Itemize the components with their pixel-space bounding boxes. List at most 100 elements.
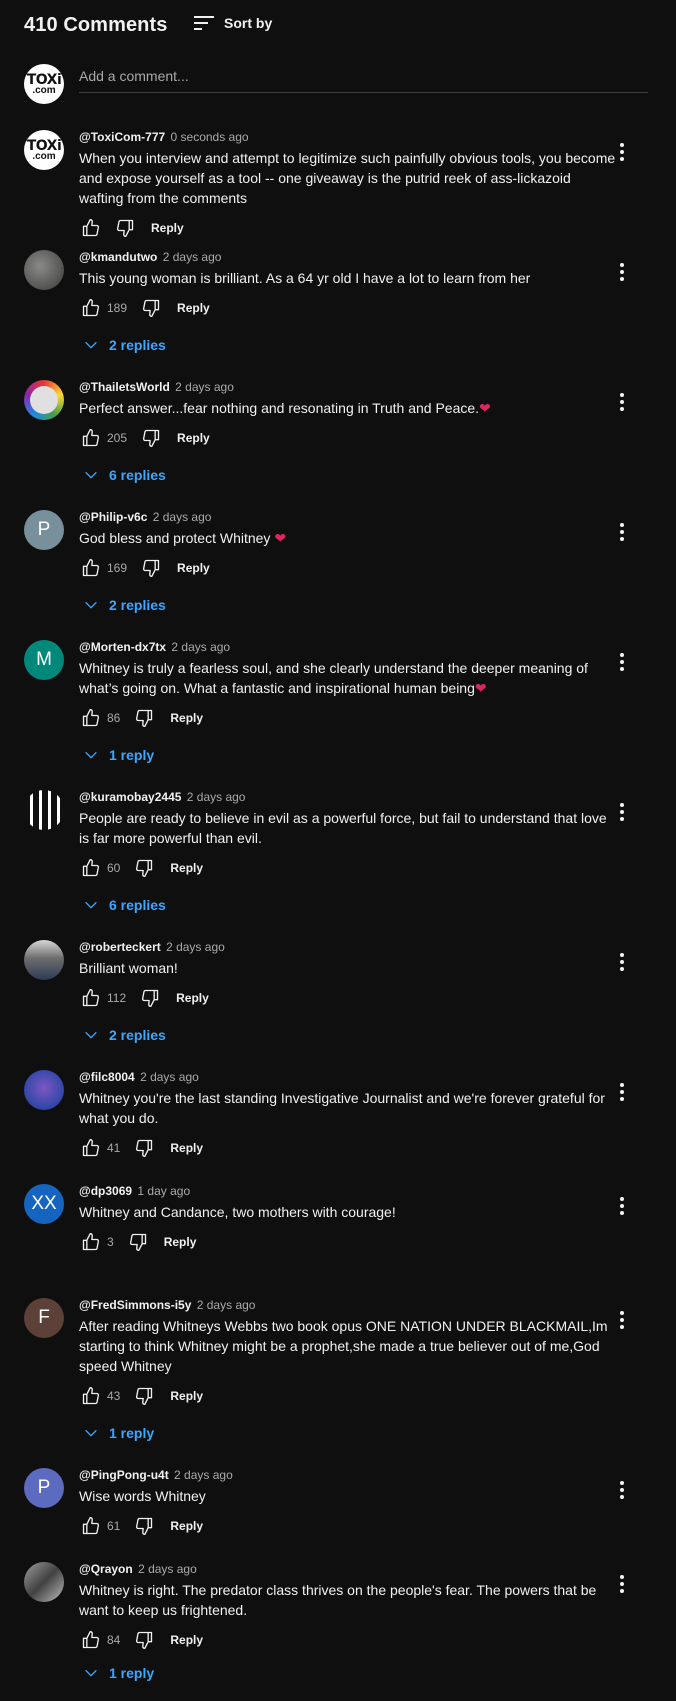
thumbs-up-icon[interactable] bbox=[79, 986, 103, 1010]
chevron-down-icon bbox=[85, 1031, 97, 1039]
comment-author[interactable]: @Qrayon bbox=[79, 1562, 133, 1576]
avatar[interactable] bbox=[24, 1070, 64, 1110]
avatar[interactable]: TOXi .com bbox=[24, 130, 64, 170]
more-options-icon[interactable] bbox=[610, 140, 634, 164]
thumbs-down-icon[interactable] bbox=[132, 1384, 156, 1408]
thumbs-up-icon[interactable] bbox=[79, 706, 103, 730]
comment-author[interactable]: @ThailetsWorld bbox=[79, 380, 170, 394]
thumbs-down-icon[interactable] bbox=[132, 1628, 156, 1652]
avatar[interactable]: F bbox=[24, 1298, 64, 1338]
view-replies-button[interactable]: 2 replies bbox=[83, 330, 619, 360]
more-options-icon[interactable] bbox=[610, 260, 634, 284]
avatar[interactable] bbox=[24, 250, 64, 290]
replies-label: 2 replies bbox=[109, 597, 166, 613]
more-options-icon[interactable] bbox=[610, 1194, 634, 1218]
comment-author[interactable]: @ToxiCom-777 bbox=[79, 130, 165, 144]
reply-button[interactable]: Reply bbox=[177, 301, 210, 315]
comment-time[interactable]: 2 days ago bbox=[175, 380, 234, 394]
thumbs-up-icon[interactable] bbox=[79, 1628, 103, 1652]
more-options-icon[interactable] bbox=[610, 1478, 634, 1502]
comment-time[interactable]: 2 days ago bbox=[153, 510, 212, 524]
thumbs-down-icon[interactable] bbox=[139, 426, 163, 450]
more-options-icon[interactable] bbox=[610, 950, 634, 974]
reply-button[interactable]: Reply bbox=[170, 861, 203, 875]
view-replies-button[interactable]: 2 replies bbox=[83, 1020, 619, 1050]
comment-author[interactable]: @dp3069 bbox=[79, 1184, 132, 1198]
thumbs-down-icon[interactable] bbox=[132, 856, 156, 880]
reply-button[interactable]: Reply bbox=[176, 991, 209, 1005]
reply-button[interactable]: Reply bbox=[170, 1141, 203, 1155]
thumbs-down-icon[interactable] bbox=[132, 706, 156, 730]
comment-time[interactable]: 2 days ago bbox=[197, 1298, 256, 1312]
reply-button[interactable]: Reply bbox=[170, 711, 203, 725]
avatar[interactable] bbox=[24, 1562, 64, 1602]
more-options-icon[interactable] bbox=[610, 1572, 634, 1596]
thumbs-down-icon[interactable] bbox=[132, 1136, 156, 1160]
avatar[interactable] bbox=[24, 940, 64, 980]
comment-author[interactable]: @Morten-dx7tx bbox=[79, 640, 166, 654]
avatar[interactable]: M bbox=[24, 640, 64, 680]
comment-count: 410 Comments bbox=[24, 14, 168, 36]
thumbs-up-icon[interactable] bbox=[79, 856, 103, 880]
view-replies-button[interactable]: 6 replies bbox=[83, 890, 619, 920]
reply-button[interactable]: Reply bbox=[164, 1235, 197, 1249]
comment-author[interactable]: @roberteckert bbox=[79, 940, 161, 954]
avatar[interactable]: XX bbox=[24, 1184, 64, 1224]
more-options-icon[interactable] bbox=[610, 390, 634, 414]
comment-text: Wise words Whitney bbox=[79, 1488, 206, 1504]
comment-author[interactable]: @kmandutwo bbox=[79, 250, 157, 264]
more-options-icon[interactable] bbox=[610, 1308, 634, 1332]
reply-button[interactable]: Reply bbox=[170, 1633, 203, 1647]
reply-button[interactable]: Reply bbox=[177, 561, 210, 575]
thumbs-up-icon[interactable] bbox=[79, 216, 103, 240]
more-options-icon[interactable] bbox=[610, 650, 634, 674]
comment-author[interactable]: @kuramobay2445 bbox=[79, 790, 181, 804]
comment-author[interactable]: @FredSimmons-i5y bbox=[79, 1298, 191, 1312]
comment-author[interactable]: @Philip-v6c bbox=[79, 510, 147, 524]
thumbs-up-icon[interactable] bbox=[79, 1514, 103, 1538]
avatar[interactable] bbox=[24, 380, 64, 420]
avatar[interactable]: P bbox=[24, 1468, 64, 1508]
comment-time[interactable]: 2 days ago bbox=[174, 1468, 233, 1482]
more-options-icon[interactable] bbox=[610, 800, 634, 824]
heart-emoji: ❤ bbox=[274, 530, 287, 546]
avatar[interactable]: P bbox=[24, 510, 64, 550]
thumbs-down-icon[interactable] bbox=[138, 986, 162, 1010]
thumbs-down-icon[interactable] bbox=[139, 296, 163, 320]
view-replies-button[interactable]: 2 replies bbox=[83, 590, 619, 620]
comment-author[interactable]: @PingPong-u4t bbox=[79, 1468, 169, 1482]
comment-time[interactable]: 2 days ago bbox=[163, 250, 222, 264]
thumbs-down-icon[interactable] bbox=[132, 1514, 156, 1538]
reply-button[interactable]: Reply bbox=[170, 1519, 203, 1533]
thumbs-down-icon[interactable] bbox=[113, 216, 137, 240]
thumbs-up-icon[interactable] bbox=[79, 1136, 103, 1160]
comment-time[interactable]: 2 days ago bbox=[187, 790, 246, 804]
view-replies-button[interactable]: 1 reply bbox=[83, 1658, 619, 1688]
avatar[interactable] bbox=[24, 790, 64, 830]
more-options-icon[interactable] bbox=[610, 520, 634, 544]
add-comment-row: TOXi .com bbox=[24, 64, 648, 104]
thumbs-up-icon[interactable] bbox=[79, 556, 103, 580]
comment-time[interactable]: 2 days ago bbox=[140, 1070, 199, 1084]
view-replies-button[interactable]: 6 replies bbox=[83, 460, 619, 490]
add-comment-input[interactable] bbox=[79, 64, 648, 93]
reply-button[interactable]: Reply bbox=[170, 1389, 203, 1403]
thumbs-up-icon[interactable] bbox=[79, 1384, 103, 1408]
view-replies-button[interactable]: 1 reply bbox=[83, 1418, 619, 1448]
comment-time[interactable]: 2 days ago bbox=[138, 1562, 197, 1576]
reply-button[interactable]: Reply bbox=[151, 221, 184, 235]
thumbs-up-icon[interactable] bbox=[79, 296, 103, 320]
reply-button[interactable]: Reply bbox=[177, 431, 210, 445]
view-replies-button[interactable]: 1 reply bbox=[83, 740, 619, 770]
comment-author[interactable]: @filc8004 bbox=[79, 1070, 135, 1084]
comment-time[interactable]: 1 day ago bbox=[137, 1184, 190, 1198]
thumbs-up-icon[interactable] bbox=[79, 1230, 103, 1254]
thumbs-down-icon[interactable] bbox=[139, 556, 163, 580]
comment-time[interactable]: 2 days ago bbox=[171, 640, 230, 654]
sort-by-button[interactable]: Sort by bbox=[194, 14, 272, 32]
thumbs-up-icon[interactable] bbox=[79, 426, 103, 450]
more-options-icon[interactable] bbox=[610, 1080, 634, 1104]
thumbs-down-icon[interactable] bbox=[126, 1230, 150, 1254]
comment-time[interactable]: 0 seconds ago bbox=[171, 130, 249, 144]
comment-time[interactable]: 2 days ago bbox=[166, 940, 225, 954]
